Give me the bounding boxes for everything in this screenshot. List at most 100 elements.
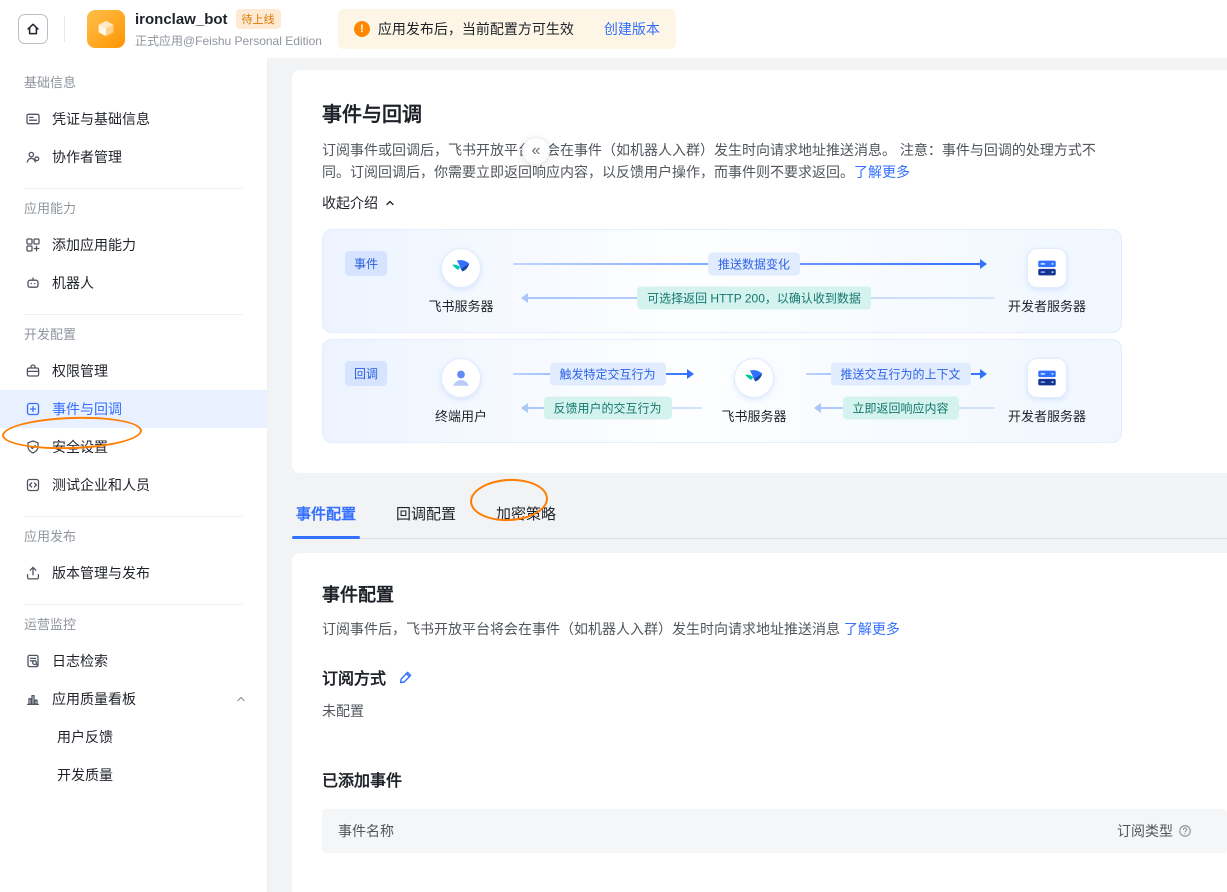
node-label: 开发者服务器 xyxy=(1008,408,1087,424)
warning-icon: ! xyxy=(353,21,370,37)
robot-icon xyxy=(25,275,41,291)
sidebar-divider xyxy=(24,314,243,315)
node-label: 飞书服务器 xyxy=(428,298,494,314)
sidebar-section-title: 运营监控 xyxy=(24,617,77,632)
developer-server-node: 开发者服务器 xyxy=(999,357,1095,425)
learn-more-link[interactable]: 了解更多 xyxy=(844,621,900,637)
end-user-node: 终端用户 xyxy=(413,357,509,425)
column-subscription-type: 订阅类型 xyxy=(1117,821,1192,841)
header-divider xyxy=(64,16,65,42)
top-header: ironclaw_bot 待上线 正式应用@Feishu Personal Ed… xyxy=(0,0,1227,58)
added-events-heading: 已添加事件 xyxy=(322,773,403,790)
package-icon xyxy=(95,18,117,40)
bar-chart-icon xyxy=(25,691,41,707)
collapse-intro-toggle[interactable]: 收起介绍 xyxy=(322,193,396,213)
app-meta: ironclaw_bot 待上线 正式应用@Feishu Personal Ed… xyxy=(135,9,322,49)
subscription-method-heading: 订阅方式 xyxy=(322,665,1227,689)
help-icon[interactable] xyxy=(1178,824,1192,838)
sidebar-item-security[interactable]: 安全设置 xyxy=(0,428,267,466)
sidebar-item-dev-quality[interactable]: 开发质量 xyxy=(0,756,267,794)
arrow-label: 立即返回响应内容 xyxy=(842,396,959,420)
event-config-card: 事件配置 订阅事件后，飞书开放平台将会在事件（如机器人入群）发生时向请求地址推送… xyxy=(292,553,1227,892)
callback-flow-row: 回调 终端用户 触发特定交互行为 反馈用户的交互行为 飞书服务器 推送交互行为的… xyxy=(322,339,1122,443)
briefcase-icon xyxy=(25,363,41,379)
sidebar-item-label: 机器人 xyxy=(52,275,94,291)
collapse-intro-label: 收起介绍 xyxy=(322,195,378,211)
id-card-icon xyxy=(25,111,41,127)
node-label: 飞书服务器 xyxy=(721,408,787,424)
learn-more-link[interactable]: 了解更多 xyxy=(854,164,910,180)
event-arrows: 推送数据变化 可选择返回 HTTP 200，以确认收到数据 xyxy=(509,250,999,312)
sidebar-item-add-capability[interactable]: 添加应用能力 xyxy=(0,226,267,264)
sidebar-item-events-callbacks[interactable]: 事件与回调 xyxy=(0,390,267,428)
sidebar-item-label: 协作者管理 xyxy=(52,149,122,165)
create-version-link[interactable]: 创建版本 xyxy=(604,19,660,39)
subscription-method-value: 未配置 xyxy=(322,703,364,719)
arrow-label: 触发特定交互行为 xyxy=(549,362,666,386)
event-config-text: 订阅事件后，飞书开放平台将会在事件（如机器人入群）发生时向请求地址推送消息 xyxy=(322,621,840,637)
sidebar-divider xyxy=(24,604,243,605)
callback-tag: 回调 xyxy=(345,360,388,386)
sidebar-item-credentials[interactable]: 凭证与基础信息 xyxy=(0,100,267,138)
events-diagram: 事件 飞书服务器 推送数据变化 可选择返回 HTTP 200，以确认收到数据 开… xyxy=(322,229,1122,443)
back-arrow: 反馈用户的交互行为 xyxy=(509,394,706,422)
sidebar-item-label: 测试企业和人员 xyxy=(52,477,150,493)
feishu-server-node: 飞书服务器 xyxy=(413,247,509,315)
sidebar-item-label: 事件与回调 xyxy=(52,401,122,417)
column-event-name: 事件名称 xyxy=(338,823,394,839)
page-title: 事件与回调 xyxy=(322,104,422,126)
callback-arrows-1: 触发特定交互行为 反馈用户的交互行为 xyxy=(509,360,706,422)
sidebar-item-label: 版本管理与发布 xyxy=(52,565,150,581)
sidebar-section-title: 基础信息 xyxy=(24,75,77,90)
feishu-logo-icon xyxy=(734,357,775,398)
code-box-icon xyxy=(25,477,41,493)
callback-arrows-2: 推送交互行为的上下文 立即返回响应内容 xyxy=(802,360,999,422)
forward-arrow: 触发特定交互行为 xyxy=(509,360,706,388)
sidebar-item-permissions[interactable]: 权限管理 xyxy=(0,352,267,390)
forward-arrow: 推送数据变化 xyxy=(509,250,999,278)
event-flow-row: 事件 飞书服务器 推送数据变化 可选择返回 HTTP 200，以确认收到数据 开… xyxy=(322,229,1122,333)
chevron-up-icon xyxy=(235,693,247,705)
sidebar-item-version-release[interactable]: 版本管理与发布 xyxy=(0,554,267,592)
sidebar-item-test-enterprise[interactable]: 测试企业和人员 xyxy=(0,466,267,504)
node-label: 开发者服务器 xyxy=(1007,298,1086,314)
sidebar-item-label: 添加应用能力 xyxy=(52,237,136,253)
sidebar-section-title: 应用发布 xyxy=(24,529,77,544)
tab-bar: 事件配置 回调配置 加密策略 xyxy=(292,491,1227,539)
sidebar-item-label: 用户反馈 xyxy=(57,729,113,745)
event-config-description: 订阅事件后，飞书开放平台将会在事件（如机器人入群）发生时向请求地址推送消息 了解… xyxy=(322,619,1227,639)
sidebar-item-log-search[interactable]: 日志检索 xyxy=(0,642,267,680)
server-icon xyxy=(1027,247,1067,288)
forward-arrow: 推送交互行为的上下文 xyxy=(802,360,999,388)
sidebar-item-collaborators[interactable]: 协作者管理 xyxy=(0,138,267,176)
intro-text: 订阅事件或回调后，飞书开放平台将会在事件（如机器人入群）发生时向请求地址推送消息… xyxy=(322,142,1096,180)
user-icon xyxy=(441,357,482,398)
event-config-title: 事件配置 xyxy=(322,585,394,605)
event-callback-icon xyxy=(25,401,41,417)
arrow-label: 反馈用户的交互行为 xyxy=(543,396,672,420)
main-content: « 事件与回调 订阅事件或回调后，飞书开放平台将会在事件（如机器人入群）发生时向… xyxy=(268,58,1227,892)
arrow-label: 推送数据变化 xyxy=(707,252,801,276)
node-label: 终端用户 xyxy=(435,408,488,424)
sidebar-item-bot[interactable]: 机器人 xyxy=(0,264,267,302)
publish-icon xyxy=(25,565,41,581)
edit-icon[interactable] xyxy=(398,669,414,685)
event-tag: 事件 xyxy=(345,250,388,276)
sidebar-item-label: 日志检索 xyxy=(52,653,108,669)
tab-callback-config[interactable]: 回调配置 xyxy=(392,491,460,538)
home-icon xyxy=(25,21,41,37)
sidebar-collapse-button[interactable]: « xyxy=(522,137,550,165)
subscription-type-label: 订阅类型 xyxy=(1117,823,1173,839)
back-arrow: 立即返回响应内容 xyxy=(802,394,999,422)
arrow-label: 可选择返回 HTTP 200，以确认收到数据 xyxy=(637,286,871,310)
publish-warning-banner: ! 应用发布后，当前配置方可生效 创建版本 xyxy=(337,9,676,49)
collaborators-icon xyxy=(25,149,41,165)
tab-event-config[interactable]: 事件配置 xyxy=(292,491,361,539)
sidebar-item-user-feedback[interactable]: 用户反馈 xyxy=(0,718,267,756)
sidebar-divider xyxy=(24,516,243,517)
tab-encryption-strategy[interactable]: 加密策略 xyxy=(492,491,560,538)
sidebar-item-quality-dashboard[interactable]: 应用质量看板 xyxy=(0,680,267,718)
sidebar-item-label: 安全设置 xyxy=(52,439,108,455)
home-button[interactable] xyxy=(18,14,48,44)
back-arrow: 可选择返回 HTTP 200，以确认收到数据 xyxy=(509,284,999,312)
